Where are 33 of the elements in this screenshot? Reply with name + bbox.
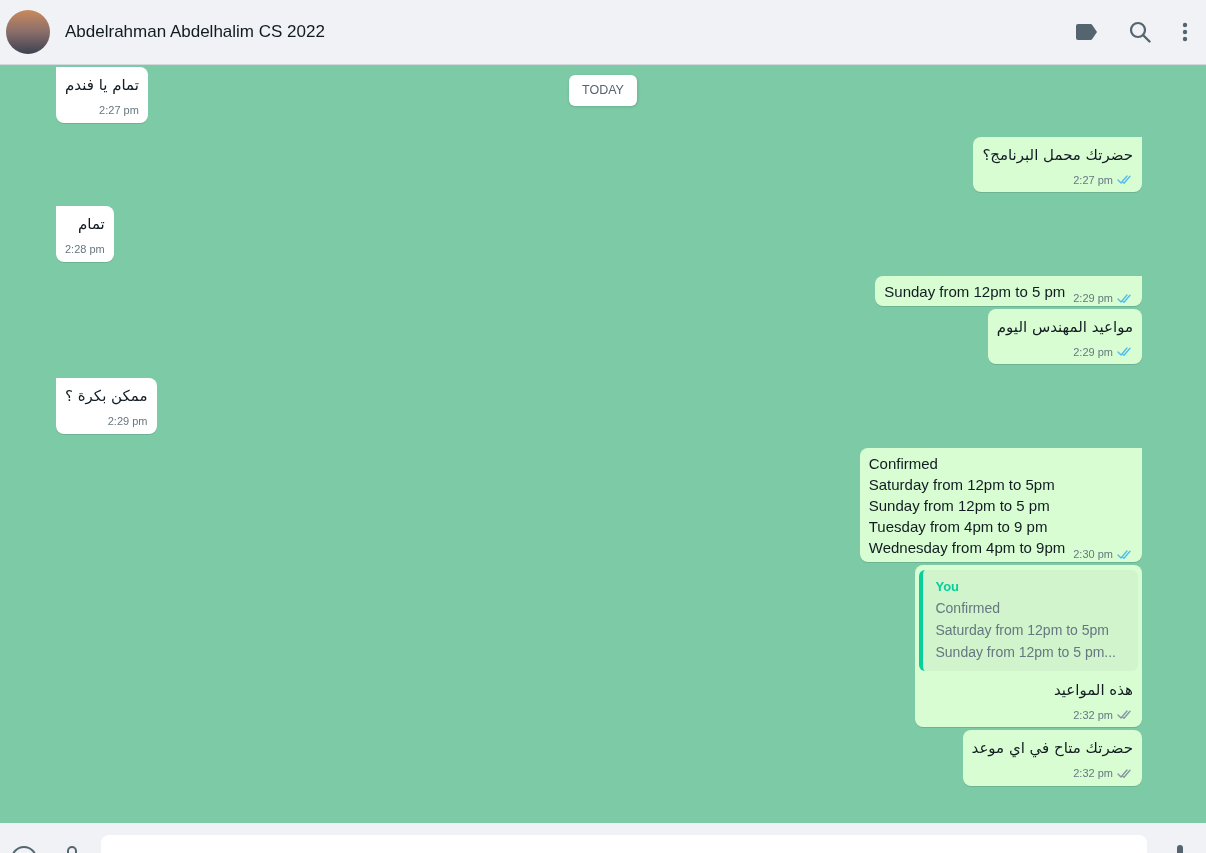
message-time: 2:32 pm: [1073, 766, 1113, 781]
message-text: Confirmed: [868, 453, 938, 474]
message-text: حضرتك محمل البرنامج؟: [982, 144, 1133, 166]
message-time: 2:29 pm: [107, 414, 148, 429]
message-text: هذه المواعيد: [1052, 679, 1133, 701]
message-time: 2:32 pm: [1073, 707, 1113, 723]
message-text: مواعيد المهندس اليوم: [996, 316, 1133, 338]
message-text: Wednesday from 4pm to 9pm: [868, 537, 1066, 558]
message-text: ممكن بكرة ؟: [65, 386, 148, 407]
date-badge: TODAY: [569, 75, 637, 106]
message-text: Tuesday from 4pm to 9 pm: [868, 516, 1048, 537]
label-icon[interactable]: [1074, 24, 1098, 40]
message-text: Sunday from 12pm to 5 pm: [884, 281, 1066, 302]
menu-icon[interactable]: [1182, 22, 1188, 42]
message-time: 2:27 pm: [99, 103, 139, 118]
quote-text: Sunday from 12pm to 5 pm...: [935, 642, 1116, 662]
contact-avatar[interactable]: [6, 10, 50, 54]
message-text: تمام يا فندم: [65, 75, 139, 96]
message-text: حضرتك متاح في اي موعد: [971, 738, 1133, 759]
message-time: 2:29 pm: [1073, 291, 1113, 306]
message-time: 2:29 pm: [1073, 344, 1113, 360]
quote-text: Confirmed: [935, 598, 1002, 618]
search-icon[interactable]: [1129, 21, 1151, 43]
message-time: 2:30 pm: [1073, 547, 1113, 562]
message-text: تمام: [77, 214, 105, 235]
message-time: 2:28 pm: [65, 242, 105, 257]
quoted-message[interactable]: You Confirmed Saturday from 12pm to 5pm Sunday from 12pm to 5 pm...: [919, 569, 1138, 671]
message-text: Saturday from 12pm to 5pm: [868, 474, 1055, 495]
contact-name[interactable]: Abdelrahman Abdelhalim CS 2022: [65, 19, 325, 45]
message-time: 2:27 pm: [1073, 172, 1113, 188]
quote-author: You: [935, 577, 961, 596]
message-text: Sunday from 12pm to 5 pm: [868, 495, 1050, 516]
quote-text: Saturday from 12pm to 5pm: [935, 620, 1110, 640]
